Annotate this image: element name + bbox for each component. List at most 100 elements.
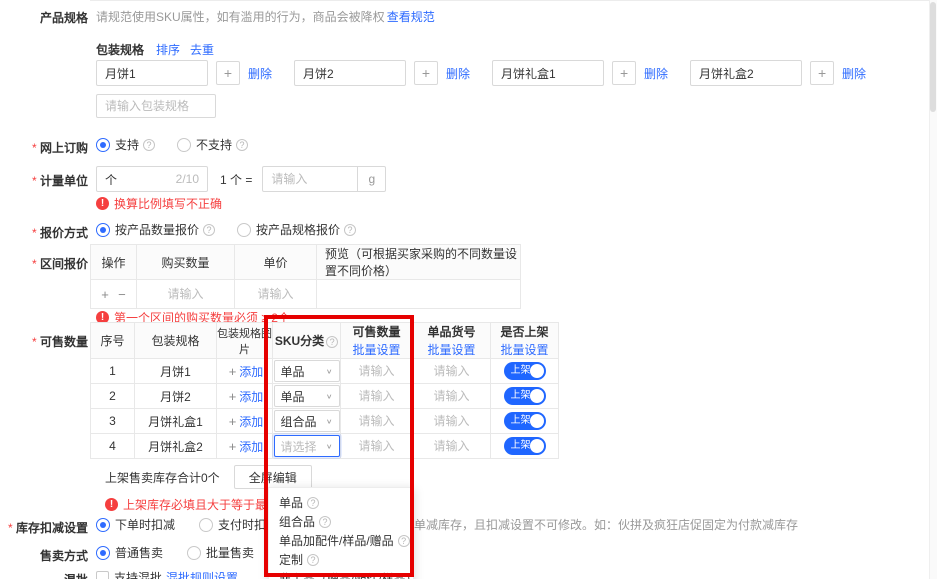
- radio-deduct-on-order[interactable]: [96, 518, 110, 532]
- help-icon: [319, 516, 331, 528]
- unit-gram-box[interactable]: g: [358, 166, 386, 192]
- radio-quote-by-spec[interactable]: [237, 223, 251, 237]
- package-spec-input[interactable]: [690, 60, 802, 86]
- product-edit-page: 产品规格 请规范使用SKU属性，如有滥用的行为，商品会被降权 查看规范 包装规格…: [0, 0, 937, 579]
- range-price-input[interactable]: [244, 287, 308, 301]
- sku-select[interactable]: 单品: [274, 385, 340, 407]
- plus-icon[interactable]: [216, 61, 240, 85]
- item-code-input[interactable]: [424, 439, 480, 453]
- dedupe-link[interactable]: 去重: [190, 41, 214, 58]
- plus-icon[interactable]: [414, 61, 438, 85]
- spec-group: 删除: [96, 60, 272, 86]
- label-mixed-batch: 混批: [0, 571, 88, 579]
- help-icon: [203, 224, 215, 236]
- sku-option-custom[interactable]: 定制: [269, 550, 413, 569]
- range-qty-cell: [137, 280, 235, 309]
- online-toggle[interactable]: 上架: [504, 437, 546, 455]
- sku-option-label: 组合品: [279, 513, 315, 530]
- range-header-price: 单价: [235, 245, 317, 280]
- add-spec-row: [96, 94, 216, 118]
- add-image-plus-icon[interactable]: +: [226, 414, 240, 429]
- sku-option-combo[interactable]: 组合品: [269, 512, 413, 531]
- radio-support-label: 支持: [115, 136, 139, 153]
- add-image-link[interactable]: 添加: [239, 390, 263, 404]
- range-qty-input[interactable]: [146, 287, 226, 301]
- unit-row: 个 2/10 1 个 = g: [96, 166, 386, 192]
- table-row: 3 月饼礼盒1 +添加 组合品 上架: [91, 409, 559, 434]
- delete-spec-link[interactable]: 删除: [446, 65, 470, 82]
- col-header-no: 序号: [91, 323, 135, 359]
- add-image-plus-icon[interactable]: +: [226, 364, 240, 379]
- package-spec-title: 包装规格: [96, 41, 144, 58]
- radio-quote-by-qty[interactable]: [96, 223, 110, 237]
- package-spec-input[interactable]: [96, 60, 208, 86]
- package-spec-input[interactable]: [294, 60, 406, 86]
- sellable-qty-input[interactable]: [349, 439, 405, 453]
- delete-spec-link[interactable]: 删除: [842, 65, 866, 82]
- sku-option-non-main[interactable]: 非主品（赠品/配件/样品）: [269, 569, 413, 579]
- online-toggle[interactable]: 上架: [504, 362, 546, 380]
- online-header-text: 是否上架: [491, 323, 558, 340]
- fullscreen-edit-button[interactable]: 全屏编辑: [234, 465, 312, 489]
- radio-not-support[interactable]: [177, 138, 191, 152]
- spec-hint-text: 请规范使用SKU属性，如有滥用的行为，商品会被降权: [96, 8, 385, 25]
- error-icon: [105, 498, 118, 511]
- sellable-qty-input[interactable]: [349, 389, 405, 403]
- package-spec-inputs-row: 删除 删除 删除 删除: [96, 60, 866, 86]
- plus-icon[interactable]: [612, 61, 636, 85]
- scrollbar-track[interactable]: [929, 0, 937, 579]
- col-header-spec: 包装规格: [135, 323, 217, 359]
- item-code-input[interactable]: [424, 364, 480, 378]
- unit-input[interactable]: 个 2/10: [96, 166, 208, 192]
- sku-option-single-plus[interactable]: 单品加配件/样品/赠品: [269, 531, 413, 550]
- col-header-qty: 可售数量 批量设置: [341, 323, 413, 359]
- sellable-qty-input[interactable]: [349, 364, 405, 378]
- sku-select[interactable]: 组合品: [274, 410, 340, 432]
- radio-normal-sell-label: 普通售卖: [115, 544, 163, 561]
- item-code-input[interactable]: [424, 389, 480, 403]
- help-icon: [236, 139, 248, 151]
- add-image-link[interactable]: 添加: [239, 440, 263, 454]
- batch-set-online-link[interactable]: 批量设置: [491, 341, 558, 358]
- label-unit: 计量单位: [0, 172, 88, 189]
- radio-batch-sell[interactable]: [187, 546, 201, 560]
- add-range-row-button[interactable]: +: [98, 287, 112, 302]
- radio-deduct-on-pay[interactable]: [199, 518, 213, 532]
- online-toggle[interactable]: 上架: [504, 412, 546, 430]
- mixed-batch-checkbox[interactable]: [96, 571, 109, 579]
- package-spec-header: 包装规格 排序 去重: [96, 41, 214, 58]
- sellable-qty-input[interactable]: [349, 414, 405, 428]
- stock-total-text: 上架售卖库存合计0个: [105, 469, 220, 486]
- sku-select-open[interactable]: 请选择: [274, 435, 340, 457]
- row-code-cell: [413, 359, 491, 384]
- add-image-link[interactable]: 添加: [239, 415, 263, 429]
- add-image-link[interactable]: 添加: [239, 365, 263, 379]
- sort-link[interactable]: 排序: [156, 41, 180, 58]
- plus-icon[interactable]: [810, 61, 834, 85]
- package-spec-input[interactable]: [492, 60, 604, 86]
- delete-spec-link[interactable]: 删除: [644, 65, 668, 82]
- radio-support[interactable]: [96, 138, 110, 152]
- add-image-plus-icon[interactable]: +: [226, 439, 240, 454]
- row-code-cell: [413, 434, 491, 459]
- unit-convert-input[interactable]: [262, 166, 358, 192]
- label-online-order: 网上订购: [0, 139, 88, 156]
- add-image-plus-icon[interactable]: +: [226, 389, 240, 404]
- delete-spec-link[interactable]: 删除: [248, 65, 272, 82]
- radio-batch-sell-label: 批量售卖: [206, 544, 254, 561]
- scrollbar-thumb[interactable]: [930, 2, 936, 112]
- help-icon: [326, 336, 338, 348]
- batch-set-code-link[interactable]: 批量设置: [413, 341, 490, 358]
- radio-normal-sell[interactable]: [96, 546, 110, 560]
- mixed-batch-rule-link[interactable]: 混批规则设置: [166, 569, 238, 579]
- sku-option-single[interactable]: 单品: [269, 493, 413, 512]
- online-toggle[interactable]: 上架: [504, 387, 546, 405]
- view-spec-link[interactable]: 查看规范: [387, 8, 435, 25]
- sku-select-value: 单品: [281, 363, 305, 380]
- sku-select[interactable]: 单品: [274, 360, 340, 382]
- item-code-input[interactable]: [424, 414, 480, 428]
- new-spec-input[interactable]: [96, 94, 216, 118]
- remove-range-row-button[interactable]: −: [115, 287, 129, 302]
- batch-set-qty-link[interactable]: 批量设置: [341, 341, 412, 358]
- chevron-down-icon: [326, 392, 333, 400]
